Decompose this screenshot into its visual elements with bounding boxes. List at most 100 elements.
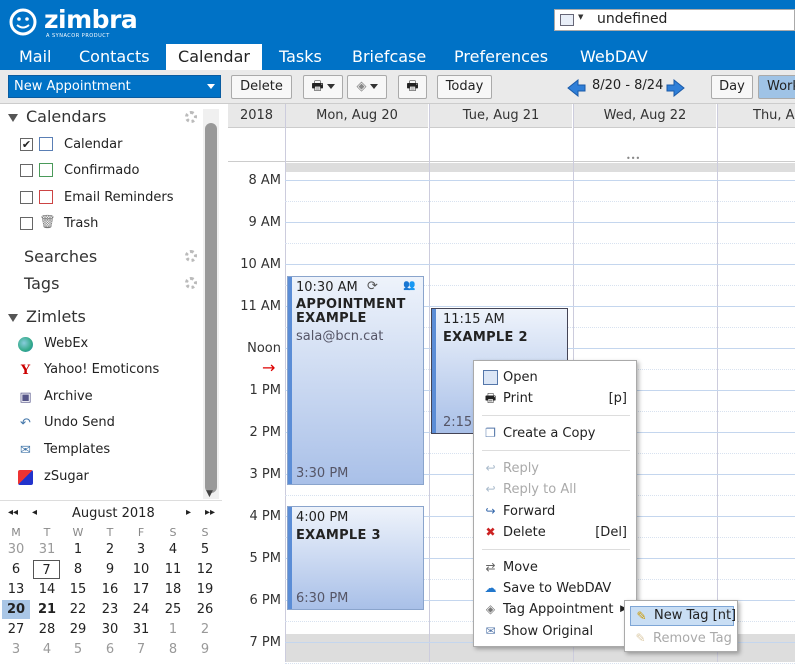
menu-item-remove-tag[interactable]: ✎ Remove Tag (630, 628, 734, 649)
search-bar[interactable]: ▼ undefined (554, 9, 795, 31)
tags-section-header[interactable]: Tags (24, 274, 59, 293)
mini-calendar-day[interactable]: 1 (159, 620, 187, 639)
work-week-view-button[interactable]: Work (758, 75, 795, 99)
mini-calendar-day[interactable]: 27 (2, 620, 30, 639)
mini-calendar-day[interactable]: 1 (64, 540, 92, 559)
gear-icon[interactable] (185, 111, 197, 123)
tab-webdav[interactable]: WebDAV (580, 44, 648, 70)
checkbox[interactable] (20, 217, 33, 230)
mini-calendar-day[interactable]: 8 (64, 560, 92, 579)
day-view-button[interactable]: Day (711, 75, 753, 99)
calendars-section-header[interactable]: Calendars (8, 107, 106, 126)
day-header-tue[interactable]: Tue, Aug 21 (429, 104, 572, 128)
mini-calendar-day[interactable]: 4 (159, 540, 187, 559)
mini-calendar-day[interactable]: 14 (33, 580, 61, 599)
chevron-down-icon[interactable]: ▼ (206, 489, 213, 499)
day-header-wed[interactable]: Wed, Aug 22 (573, 104, 716, 128)
mini-calendar-day[interactable]: 25 (159, 600, 187, 619)
mini-calendar-day[interactable]: 24 (127, 600, 155, 619)
previous-arrow-icon[interactable] (566, 79, 586, 97)
mini-calendar-day[interactable]: 3 (127, 540, 155, 559)
mini-calendar-day[interactable]: 3 (2, 640, 30, 659)
menu-item-create-copy[interactable]: ❐ Create a Copy (474, 423, 636, 444)
mini-calendar-day[interactable]: 12 (191, 560, 219, 579)
menu-item-new-tag[interactable]: ✎ New Tag [nt] (630, 606, 736, 626)
mini-calendar-day[interactable]: 16 (96, 580, 124, 599)
mini-calendar-day[interactable]: 8 (159, 640, 187, 659)
mini-calendar-day[interactable]: 7 (127, 640, 155, 659)
day-header-mon[interactable]: Mon, Aug 20 (285, 104, 428, 128)
mini-calendar-day[interactable]: 4 (33, 640, 61, 659)
mini-calendar-day[interactable]: 21 (33, 600, 61, 619)
today-button[interactable]: Today (437, 75, 492, 99)
appointment-1[interactable]: 10:30 AM ⟳ 👥 APPOINTMENT EXAMPLE sala@bc… (287, 276, 424, 485)
next-arrow-icon[interactable] (666, 79, 686, 97)
chevron-down-icon[interactable] (207, 84, 215, 89)
menu-item-tag-appointment[interactable]: ◈Tag Appointment▶ (474, 599, 636, 620)
gear-icon[interactable] (185, 250, 197, 262)
collapse-triangle-icon[interactable] (8, 113, 18, 122)
mini-calendar-day[interactable]: 26 (191, 600, 219, 619)
mini-calendar-day[interactable]: 7 (33, 560, 60, 579)
mini-calendar-day[interactable]: 13 (2, 580, 30, 599)
mini-calendar-day[interactable]: 17 (127, 580, 155, 599)
previous-month-icon[interactable]: ◂ (32, 507, 37, 518)
previous-year-icon[interactable]: ◂◂ (8, 507, 18, 518)
menu-item-print[interactable]: 🖶 Print [p] (474, 388, 636, 409)
mini-calendar-day[interactable]: 5 (64, 640, 92, 659)
mini-calendar-day[interactable]: 6 (96, 640, 124, 659)
mini-calendar-day[interactable]: 6 (2, 560, 30, 579)
tab-preferences[interactable]: Preferences (454, 44, 548, 70)
menu-item-delete[interactable]: ✖ Delete [Del] (474, 522, 636, 543)
menu-item-open[interactable]: Open (474, 367, 636, 388)
mini-calendar-day[interactable]: 30 (96, 620, 124, 639)
tab-tasks[interactable]: Tasks (279, 44, 322, 70)
tag-menu-button[interactable]: ◈ (347, 75, 387, 99)
calendar-search-icon[interactable] (560, 14, 574, 26)
mini-calendar-day[interactable]: 31 (127, 620, 155, 639)
new-appointment-button[interactable]: New Appointment (8, 75, 221, 98)
search-type-dropdown-icon[interactable]: ▼ (578, 13, 583, 21)
mini-calendar-day[interactable]: 19 (191, 580, 219, 599)
menu-item-save-webdav[interactable]: ☁ Save to WebDAV (474, 578, 636, 599)
zimbra-logo[interactable]: zimbra A SYNACOR PRODUCT (8, 6, 138, 39)
mini-calendar-day[interactable]: 2 (191, 620, 219, 639)
mini-calendar-day[interactable]: 9 (96, 560, 124, 579)
menu-item-move[interactable]: ⇄ Move (474, 557, 636, 578)
searches-section-header[interactable]: Searches (24, 247, 97, 266)
appointment-3[interactable]: 4:00 PM EXAMPLE 3 6:30 PM (287, 506, 424, 610)
mini-calendar-day[interactable]: 18 (159, 580, 187, 599)
delete-button[interactable]: Delete (231, 75, 292, 99)
search-input[interactable]: undefined (597, 11, 667, 27)
mini-calendar-day[interactable]: 20 (2, 600, 30, 619)
print-menu-button[interactable]: 🖶 (303, 75, 343, 99)
zimlets-section-header[interactable]: Zimlets (8, 307, 86, 326)
tab-mail[interactable]: Mail (19, 44, 52, 70)
day-header-thu[interactable]: Thu, Au (717, 104, 795, 128)
mini-calendar-day[interactable]: 28 (33, 620, 61, 639)
print-button[interactable]: 🖶 (398, 75, 427, 99)
menu-item-reply-all[interactable]: ↩ Reply to All (474, 479, 636, 500)
mini-calendar-day[interactable]: 11 (159, 560, 187, 579)
menu-item-forward[interactable]: ↪ Forward (474, 501, 636, 522)
mini-calendar-day[interactable]: 10 (127, 560, 155, 579)
gear-icon[interactable] (185, 277, 197, 289)
mini-calendar-day[interactable]: 9 (191, 640, 219, 659)
checkbox[interactable]: ✔ (20, 138, 33, 151)
mini-calendar-day[interactable]: 30 (2, 540, 30, 559)
checkbox[interactable] (20, 191, 33, 204)
menu-item-reply[interactable]: ↩ Reply (474, 458, 636, 479)
next-month-icon[interactable]: ▸ (186, 507, 191, 518)
all-day-row[interactable] (228, 129, 795, 162)
scrollbar-thumb[interactable] (205, 123, 217, 493)
checkbox[interactable] (20, 164, 33, 177)
tab-contacts[interactable]: Contacts (79, 44, 150, 70)
mini-calendar-day[interactable]: 23 (96, 600, 124, 619)
collapse-triangle-icon[interactable] (8, 313, 18, 322)
mini-calendar-day[interactable]: 31 (33, 540, 61, 559)
tab-calendar[interactable]: Calendar (166, 44, 262, 70)
mini-calendar-day[interactable]: 29 (64, 620, 92, 639)
menu-item-show-original[interactable]: ✉ Show Original (474, 621, 636, 642)
next-year-icon[interactable]: ▸▸ (205, 507, 215, 518)
mini-calendar-day[interactable]: 22 (64, 600, 92, 619)
